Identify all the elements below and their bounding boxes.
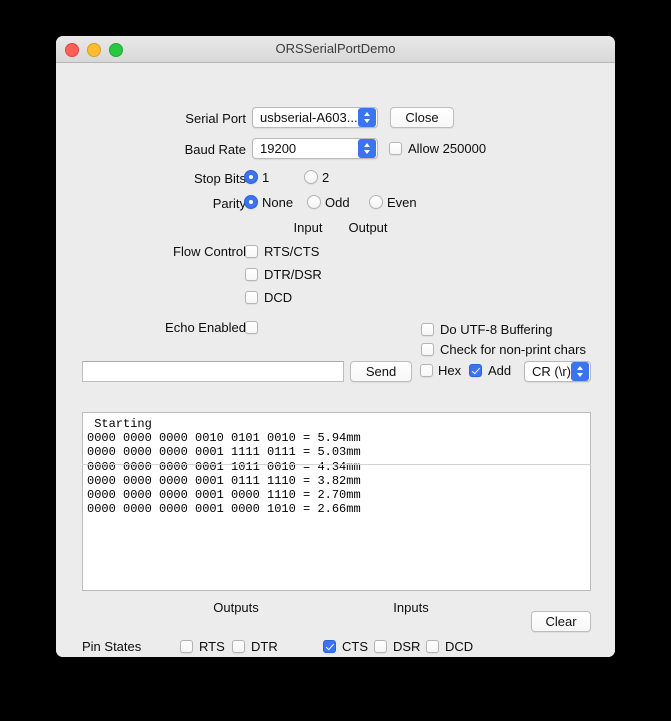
- nonprint-chars-label: Check for non-print chars: [440, 342, 586, 357]
- pin-state-dtr-label: DTR: [251, 639, 278, 654]
- stop-bits-label: Stop Bits: [193, 171, 246, 186]
- stop-bits-option-2-label: 2: [322, 170, 330, 185]
- chevron-updown-icon: [571, 362, 589, 381]
- line-terminator-value: CR (\r): [532, 364, 571, 379]
- serial-port-value: usbserial-A603...: [260, 110, 358, 125]
- stop-bits-radio-2[interactable]: [304, 170, 318, 184]
- allow-250000-checkbox[interactable]: [389, 142, 402, 155]
- chevron-updown-icon: [358, 108, 376, 127]
- split-view-divider[interactable]: [82, 464, 591, 465]
- pin-state-dcd-label: DCD: [445, 639, 474, 654]
- parity-radio-none[interactable]: [244, 195, 258, 209]
- pin-state-rts-checkbox[interactable]: [180, 640, 193, 653]
- parity-radio-odd[interactable]: [307, 195, 321, 209]
- hex-label: Hex: [438, 363, 462, 378]
- window-title: ORSSerialPortDemo: [275, 41, 396, 56]
- flow-control-label: Flow Control: [173, 244, 246, 259]
- flow-control-rtscts-label: RTS/CTS: [264, 244, 320, 259]
- flow-control-output-header: Output: [348, 220, 388, 235]
- stop-bits-option-1-label: 1: [262, 170, 270, 185]
- serial-port-label: Serial Port: [185, 111, 246, 126]
- chevron-updown-icon: [358, 139, 376, 158]
- flow-control-dcd-label: DCD: [264, 290, 293, 305]
- pin-state-dsr-label: DSR: [393, 639, 421, 654]
- flow-control-rtscts-checkbox[interactable]: [245, 245, 258, 258]
- baud-rate-label: Baud Rate: [184, 142, 246, 157]
- utf8-buffering-checkbox[interactable]: [421, 323, 434, 336]
- outputs-header: Outputs: [213, 600, 259, 615]
- stop-bits-radio-1[interactable]: [244, 170, 258, 184]
- baud-rate-select[interactable]: 19200: [252, 138, 378, 159]
- window-titlebar: ORSSerialPortDemo: [56, 36, 615, 63]
- utf8-buffering-label: Do UTF-8 Buffering: [440, 322, 553, 337]
- pin-state-dtr-checkbox[interactable]: [232, 640, 245, 653]
- line-terminator-select[interactable]: CR (\r): [524, 361, 591, 382]
- pin-state-rts-label: RTS: [199, 639, 225, 654]
- connect-toggle-button[interactable]: Close: [390, 107, 454, 128]
- clear-button[interactable]: Clear: [531, 611, 591, 632]
- flow-control-input-header: Input: [293, 220, 323, 235]
- window-content: Serial Port usbserial-A603... Close Baud…: [56, 63, 615, 657]
- parity-option-even-label: Even: [387, 195, 417, 210]
- pin-state-cts-label: CTS: [342, 639, 368, 654]
- echo-enabled-label: Echo Enabled: [165, 320, 246, 335]
- allow-250000-label: Allow 250000: [408, 141, 487, 156]
- pin-state-dsr-checkbox[interactable]: [374, 640, 387, 653]
- inputs-header: Inputs: [393, 600, 429, 615]
- send-input[interactable]: [82, 361, 344, 382]
- app-window: ORSSerialPortDemo Serial Port usbserial-…: [56, 36, 615, 657]
- add-terminator-label: Add: [488, 363, 512, 378]
- pin-state-dcd-checkbox[interactable]: [426, 640, 439, 653]
- parity-label: Parity: [212, 196, 246, 211]
- parity-radio-even[interactable]: [369, 195, 383, 209]
- terminal-output-area[interactable]: Starting 0000 0000 0000 0010 0101 0010 =…: [82, 412, 591, 591]
- baud-rate-value: 19200: [260, 141, 297, 156]
- pin-state-cts-checkbox[interactable]: [323, 640, 336, 653]
- flow-control-dtrdsr-label: DTR/DSR: [264, 267, 322, 282]
- add-terminator-checkbox[interactable]: [469, 364, 482, 377]
- parity-option-odd-label: Odd: [325, 195, 350, 210]
- send-button[interactable]: Send: [350, 361, 412, 382]
- echo-enabled-checkbox[interactable]: [245, 321, 258, 334]
- pin-states-label: Pin States: [82, 639, 142, 654]
- hex-checkbox[interactable]: [420, 364, 433, 377]
- nonprint-chars-checkbox[interactable]: [421, 343, 434, 356]
- parity-option-none-label: None: [262, 195, 294, 210]
- flow-control-dcd-checkbox[interactable]: [245, 291, 258, 304]
- serial-port-select[interactable]: usbserial-A603...: [252, 107, 378, 128]
- flow-control-dtrdsr-checkbox[interactable]: [245, 268, 258, 281]
